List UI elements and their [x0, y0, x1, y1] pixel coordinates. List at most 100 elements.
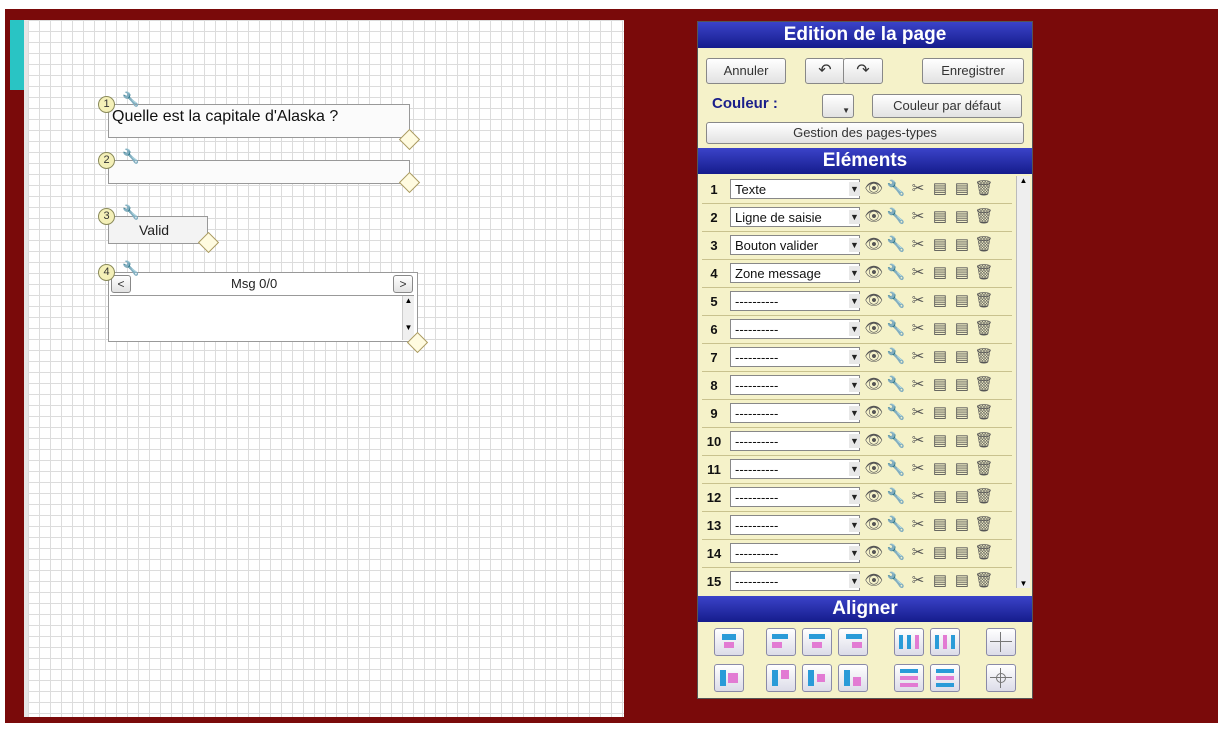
eye-icon[interactable]: 👁 — [864, 431, 884, 451]
paste-icon[interactable]: ▤ — [952, 235, 972, 255]
element-type-select[interactable]: ---------- — [730, 403, 860, 423]
copy-icon[interactable]: ▤ — [930, 207, 950, 227]
scissors-icon[interactable]: ✂ — [908, 235, 928, 255]
eye-icon[interactable]: 👁 — [864, 403, 884, 423]
scissors-icon[interactable]: ✂ — [908, 487, 928, 507]
trash-icon[interactable]: 🗑 — [974, 179, 994, 199]
paste-icon[interactable]: ▤ — [952, 263, 972, 283]
paste-icon[interactable]: ▤ — [952, 207, 972, 227]
prev-message-button[interactable]: < — [111, 275, 131, 293]
wrench-icon[interactable]: 🔧 — [886, 207, 906, 227]
wrench-icon[interactable]: 🔧 — [122, 204, 139, 221]
scrollbar[interactable]: ▲ ▼ — [402, 296, 414, 340]
chevron-down-icon[interactable]: ▼ — [849, 378, 860, 392]
trash-icon[interactable]: 🗑 — [974, 403, 994, 423]
scissors-icon[interactable]: ✂ — [908, 291, 928, 311]
save-button[interactable]: Enregistrer — [922, 58, 1024, 84]
chevron-down-icon[interactable]: ▼ — [849, 266, 860, 280]
page-tab-marker[interactable] — [10, 20, 24, 90]
wrench-icon[interactable]: 🔧 — [886, 263, 906, 283]
eye-icon[interactable]: 👁 — [864, 571, 884, 591]
align-bottom-icon[interactable] — [838, 664, 868, 692]
redo-button[interactable]: ↷ — [843, 58, 883, 84]
wrench-icon[interactable]: 🔧 — [886, 431, 906, 451]
trash-icon[interactable]: 🗑 — [974, 235, 994, 255]
default-color-button[interactable]: Couleur par défaut — [872, 94, 1022, 118]
copy-icon[interactable]: ▤ — [930, 319, 950, 339]
element-type-select[interactable]: ---------- — [730, 375, 860, 395]
scissors-icon[interactable]: ✂ — [908, 543, 928, 563]
eye-icon[interactable]: 👁 — [864, 319, 884, 339]
trash-icon[interactable]: 🗑 — [974, 487, 994, 507]
next-message-button[interactable]: > — [393, 275, 413, 293]
scissors-icon[interactable]: ✂ — [908, 179, 928, 199]
copy-icon[interactable]: ▤ — [930, 459, 950, 479]
trash-icon[interactable]: 🗑 — [974, 571, 994, 591]
align-hcenter-icon[interactable] — [802, 628, 832, 656]
trash-icon[interactable]: 🗑 — [974, 543, 994, 563]
element-type-select[interactable]: ---------- — [730, 487, 860, 507]
cancel-button[interactable]: Annuler — [706, 58, 786, 84]
copy-icon[interactable]: ▤ — [930, 487, 950, 507]
paste-icon[interactable]: ▤ — [952, 347, 972, 367]
paste-icon[interactable]: ▤ — [952, 543, 972, 563]
element-type-select[interactable]: Bouton valider — [730, 235, 860, 255]
chevron-down-icon[interactable]: ▼ — [849, 574, 860, 588]
paste-icon[interactable]: ▤ — [952, 487, 972, 507]
scrollbar[interactable]: ▲ ▼ — [1016, 176, 1030, 588]
paste-icon[interactable]: ▤ — [952, 179, 972, 199]
scissors-icon[interactable]: ✂ — [908, 459, 928, 479]
eye-icon[interactable]: 👁 — [864, 179, 884, 199]
wrench-icon[interactable]: 🔧 — [886, 571, 906, 591]
paste-icon[interactable]: ▤ — [952, 431, 972, 451]
scissors-icon[interactable]: ✂ — [908, 403, 928, 423]
element-type-select[interactable]: Zone message — [730, 263, 860, 283]
element-type-select[interactable]: ---------- — [730, 571, 860, 591]
copy-icon[interactable]: ▤ — [930, 571, 950, 591]
scroll-up-icon[interactable]: ▲ — [1017, 176, 1030, 185]
wrench-icon[interactable]: 🔧 — [122, 91, 139, 108]
trash-icon[interactable]: 🗑 — [974, 263, 994, 283]
eye-icon[interactable]: 👁 — [864, 459, 884, 479]
scissors-icon[interactable]: ✂ — [908, 571, 928, 591]
paste-icon[interactable]: ▤ — [952, 375, 972, 395]
scissors-icon[interactable]: ✂ — [908, 319, 928, 339]
trash-icon[interactable]: 🗑 — [974, 459, 994, 479]
paste-icon[interactable]: ▤ — [952, 459, 972, 479]
copy-icon[interactable]: ▤ — [930, 543, 950, 563]
wrench-icon[interactable]: 🔧 — [886, 515, 906, 535]
wrench-icon[interactable]: 🔧 — [886, 179, 906, 199]
wrench-icon[interactable]: 🔧 — [122, 148, 139, 165]
wrench-icon[interactable]: 🔧 — [886, 543, 906, 563]
chevron-down-icon[interactable]: ▼ — [849, 518, 860, 532]
paste-icon[interactable]: ▤ — [952, 571, 972, 591]
align-middle-icon[interactable] — [714, 664, 744, 692]
wrench-icon[interactable]: 🔧 — [122, 260, 139, 277]
message-textarea[interactable]: ▲ ▼ — [110, 295, 414, 340]
chevron-down-icon[interactable]: ▼ — [849, 210, 860, 224]
copy-icon[interactable]: ▤ — [930, 179, 950, 199]
trash-icon[interactable]: 🗑 — [974, 375, 994, 395]
chevron-down-icon[interactable]: ▼ — [849, 434, 860, 448]
paste-icon[interactable]: ▤ — [952, 403, 972, 423]
eye-icon[interactable]: 👁 — [864, 487, 884, 507]
distribute-vertical-icon[interactable] — [894, 664, 924, 692]
align-vcenter-icon[interactable] — [802, 664, 832, 692]
trash-icon[interactable]: 🗑 — [974, 207, 994, 227]
chevron-down-icon[interactable]: ▼ — [849, 182, 860, 196]
align-top-icon[interactable] — [766, 664, 796, 692]
distribute-spacing-icon[interactable] — [930, 628, 960, 656]
scissors-icon[interactable]: ✂ — [908, 375, 928, 395]
paste-icon[interactable]: ▤ — [952, 515, 972, 535]
align-center-icon[interactable] — [714, 628, 744, 656]
undo-button[interactable]: ↶ — [805, 58, 845, 84]
wrench-icon[interactable]: 🔧 — [886, 487, 906, 507]
element-type-select[interactable]: ---------- — [730, 347, 860, 367]
wrench-icon[interactable]: 🔧 — [886, 459, 906, 479]
element-type-select[interactable]: ---------- — [730, 459, 860, 479]
chevron-down-icon[interactable]: ▼ — [849, 294, 860, 308]
element-type-select[interactable]: ---------- — [730, 319, 860, 339]
wrench-icon[interactable]: 🔧 — [886, 235, 906, 255]
trash-icon[interactable]: 🗑 — [974, 515, 994, 535]
scissors-icon[interactable]: ✂ — [908, 347, 928, 367]
